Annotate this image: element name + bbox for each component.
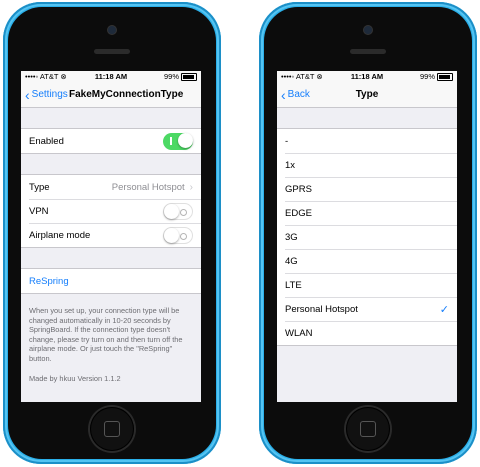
respring-row[interactable]: ReSpring xyxy=(21,269,201,293)
home-button[interactable] xyxy=(346,407,390,451)
enabled-toggle[interactable] xyxy=(163,132,193,150)
earpiece-speaker xyxy=(350,49,386,54)
enabled-section: Enabled xyxy=(21,128,201,154)
battery-indicator: 99% xyxy=(164,72,197,81)
respring-button[interactable]: ReSpring xyxy=(29,276,69,287)
toggle-on-mark xyxy=(170,136,172,145)
battery-percent: 99% xyxy=(163,72,179,81)
chevron-left-icon: ‹ xyxy=(25,86,30,103)
type-label: Type xyxy=(29,181,50,193)
option-label: 4G xyxy=(285,255,298,267)
option-label: GPRS xyxy=(285,183,312,195)
type-option-lte[interactable]: LTE xyxy=(277,273,457,297)
toggle-knob xyxy=(164,204,179,219)
toggle-off-mark xyxy=(180,232,187,240)
phone-face: ••••◦ AT&T ⊗ 11:18 AM 99% ‹ Settings Fak… xyxy=(8,7,216,459)
enabled-label: Enabled xyxy=(29,135,64,147)
back-label: Settings xyxy=(31,89,68,100)
settings-screen: ••••◦ AT&T ⊗ 11:18 AM 99% ‹ Settings Fak… xyxy=(21,71,201,402)
enabled-row: Enabled xyxy=(21,129,201,153)
type-option-edge[interactable]: EDGE xyxy=(277,201,457,225)
navigation-bar: ‹ Back Type xyxy=(277,83,457,108)
vpn-toggle[interactable] xyxy=(163,202,193,220)
home-button[interactable] xyxy=(90,407,134,451)
battery-icon xyxy=(181,72,197,81)
type-option-gprs[interactable]: GPRS xyxy=(277,177,457,201)
status-bar: ••••◦ AT&T ⊗ 11:18 AM 99% xyxy=(277,71,457,83)
footer-note: When you set up, your connection type wi… xyxy=(21,294,201,383)
page-title: Type xyxy=(355,89,379,100)
option-label: Personal Hotspot xyxy=(285,303,358,315)
type-option-none[interactable]: - xyxy=(277,129,457,153)
toggle-off-mark xyxy=(180,208,187,216)
toggle-knob xyxy=(177,133,193,148)
option-label: 3G xyxy=(285,231,298,243)
options-section: Type Personal Hotspot › VPN Airplane mod… xyxy=(21,174,201,248)
home-square-icon xyxy=(104,421,120,437)
type-options-list: - 1x GPRS EDGE 3G 4G LTE Personal Hotspo… xyxy=(277,128,457,346)
respring-section: ReSpring xyxy=(21,268,201,294)
front-camera xyxy=(364,26,372,34)
toggle-knob xyxy=(164,228,179,243)
vpn-row: VPN xyxy=(21,199,201,223)
option-label: EDGE xyxy=(285,207,312,219)
footer-text: When you set up, your connection type wi… xyxy=(29,306,183,363)
chevron-right-icon: › xyxy=(189,181,193,193)
type-row[interactable]: Type Personal Hotspot › xyxy=(21,175,201,199)
option-label: LTE xyxy=(285,279,302,291)
option-label: WLAN xyxy=(285,327,313,339)
type-picker-screen: ••••◦ AT&T ⊗ 11:18 AM 99% ‹ Back Type - xyxy=(277,71,457,402)
type-option-personal-hotspot[interactable]: Personal Hotspot ✓ xyxy=(277,297,457,321)
battery-percent: 99% xyxy=(419,72,435,81)
type-value-text: Personal Hotspot xyxy=(111,181,185,193)
home-square-icon xyxy=(360,421,376,437)
earpiece-speaker xyxy=(94,49,130,54)
airplane-toggle[interactable] xyxy=(163,226,193,244)
battery-icon xyxy=(437,72,453,81)
back-button[interactable]: ‹ Settings xyxy=(25,86,68,103)
phone-right: ••••◦ AT&T ⊗ 11:18 AM 99% ‹ Back Type - xyxy=(259,2,477,464)
front-camera xyxy=(108,26,116,34)
page-title: FakeMyConnectionType xyxy=(69,89,184,100)
type-option-3g[interactable]: 3G xyxy=(277,225,457,249)
type-value: Personal Hotspot › xyxy=(112,182,193,193)
airplane-row: Airplane mode xyxy=(21,223,201,247)
phone-face: ••••◦ AT&T ⊗ 11:18 AM 99% ‹ Back Type - xyxy=(264,7,472,459)
navigation-bar: ‹ Settings FakeMyConnectionType xyxy=(21,83,201,108)
airplane-label: Airplane mode xyxy=(29,229,91,241)
option-label: - xyxy=(285,135,289,147)
vpn-label: VPN xyxy=(29,205,49,217)
type-option-wlan[interactable]: WLAN xyxy=(277,321,457,345)
status-bar: ••••◦ AT&T ⊗ 11:18 AM 99% xyxy=(21,71,201,83)
checkmark-icon: ✓ xyxy=(439,303,449,316)
option-label: 1x xyxy=(285,159,296,171)
phone-left: ••••◦ AT&T ⊗ 11:18 AM 99% ‹ Settings Fak… xyxy=(3,2,221,464)
footer-version: Made by hkuu Version 1.1.2 xyxy=(29,373,121,383)
battery-indicator: 99% xyxy=(420,72,453,81)
type-option-1x[interactable]: 1x xyxy=(277,153,457,177)
type-option-4g[interactable]: 4G xyxy=(277,249,457,273)
